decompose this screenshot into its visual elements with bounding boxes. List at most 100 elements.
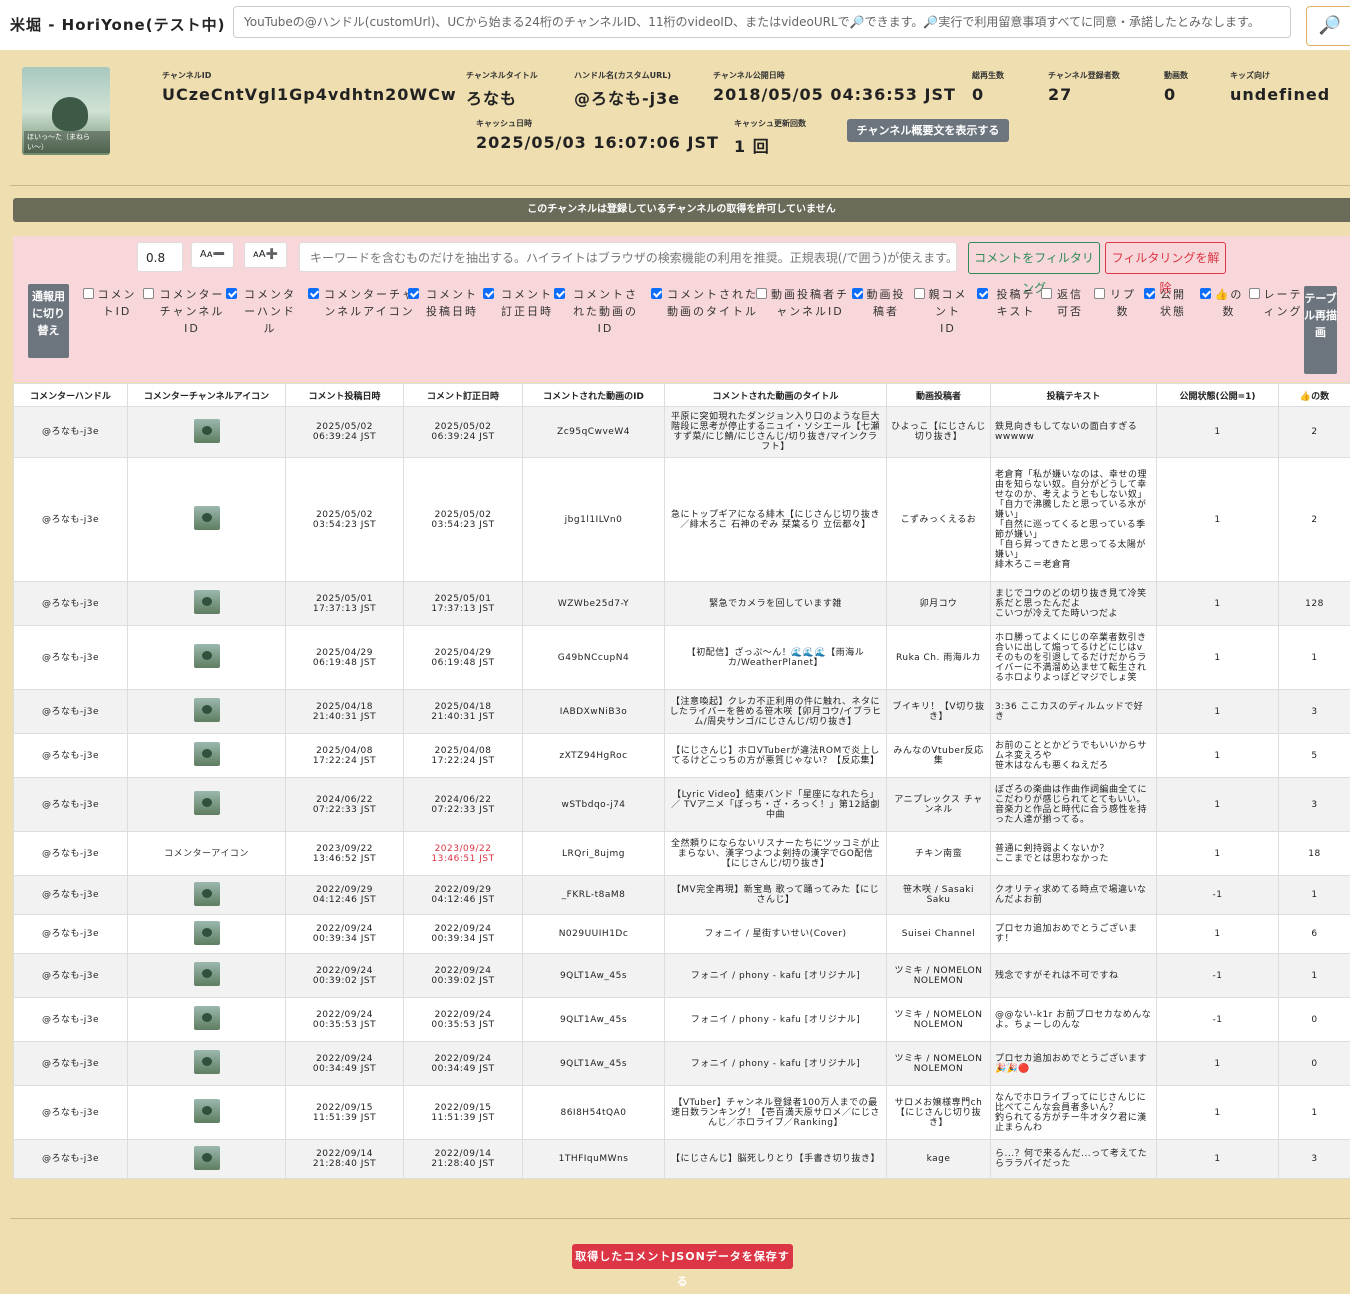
cell-text: 3:36 ここカスのディルムッドで好き <box>991 690 1157 734</box>
column-header[interactable]: コメント訂正日時 <box>404 384 523 407</box>
table-row: @ろなも-j3eコメンターアイコン2023/09/22 13:46:52 JST… <box>14 832 1350 876</box>
column-header[interactable]: 動画投稿者 <box>887 384 991 407</box>
column-checkbox[interactable] <box>408 288 419 299</box>
cell-likes: 2 <box>1279 458 1350 582</box>
search-button[interactable]: 🔎 <box>1306 6 1350 46</box>
column-checkbox[interactable] <box>1041 288 1052 299</box>
channel-videos-value: 0 <box>1164 85 1188 104</box>
report-mode-button[interactable]: 通報用に切り替え <box>28 284 69 358</box>
column-checkbox[interactable] <box>308 288 319 299</box>
channel-title-value: ろなも <box>466 85 538 109</box>
cell-text: 1 <box>1311 890 1317 900</box>
column-header[interactable]: コメントされた動画のタイトル <box>665 384 887 407</box>
column-header[interactable]: コメント投稿日時 <box>286 384 404 407</box>
cell-text: Ruka Ch. 雨海ルカ <box>896 653 981 663</box>
apply-filter-button[interactable]: コメントをフィルタリング <box>968 242 1100 274</box>
cell-text: @ろなも-j3e <box>42 653 99 663</box>
meta-label: キャッシュ日時 <box>476 118 719 129</box>
cell-text: IABDXwNiB3o <box>560 707 628 717</box>
cache-count-value: 1 回 <box>734 133 806 157</box>
column-checkbox[interactable] <box>756 288 767 299</box>
meta-label: 総再生数 <box>972 70 1004 81</box>
column-checkbox[interactable] <box>1200 288 1211 299</box>
cell-text: @ろなも-j3e <box>42 971 99 981</box>
cell-posted: 2022/09/14 21:28:40 JST <box>286 1140 404 1179</box>
cell-text: 1 <box>1214 427 1220 437</box>
column-checkbox[interactable] <box>554 288 565 299</box>
cell-likes: 3 <box>1279 1140 1350 1179</box>
column-toggle-label: 投稿テキスト <box>991 286 1041 320</box>
column-header[interactable]: コメンターチャンネルアイコン <box>128 384 286 407</box>
commenter-avatar-icon <box>194 1006 220 1030</box>
cell-text: 急にトップギアになる緋木【にじさんじ切り抜き／緋木ろこ 石神のぞみ 栞葉るり 立… <box>671 510 880 530</box>
keyword-filter-input[interactable]: キーワードを含むものだけを抽出する。ハイライトはブラウザの検索機能の利用を推奨。… <box>299 242 957 272</box>
cell-text: 1 <box>1214 599 1220 609</box>
column-checkbox[interactable] <box>977 288 988 299</box>
commenter-avatar-icon <box>194 1099 220 1123</box>
column-checkbox[interactable] <box>143 288 154 299</box>
column-checkbox[interactable] <box>83 288 94 299</box>
font-increase-button[interactable]: ᴀA➕ <box>244 242 287 268</box>
cell-posted: 2025/04/29 06:19:48 JST <box>286 626 404 690</box>
cell-vid: LRQri_8ujmg <box>523 832 665 876</box>
cell-vtitle: 【初配信】ざっぷ～ん！🌊🌊🌊【雨海ルカ/WeatherPlanet】 <box>665 626 887 690</box>
column-checkbox[interactable] <box>1094 288 1105 299</box>
cell-text: フォニイ / phony - kafu [オリジナル] <box>691 1015 861 1025</box>
column-header[interactable]: 公開状態(公開=1) <box>1157 384 1279 407</box>
cell-status: -1 <box>1157 998 1279 1042</box>
clear-filter-button[interactable]: フィルタリングを解除 <box>1105 242 1226 274</box>
table-row: @ろなも-j3e2022/09/15 11:51:39 JST2022/09/1… <box>14 1086 1350 1140</box>
cell-edited: 2022/09/24 00:34:49 JST <box>404 1042 523 1086</box>
cell-posted: 2023/09/22 13:46:52 JST <box>286 832 404 876</box>
cell-text: @ろなも-j3e <box>42 1108 99 1118</box>
save-json-button[interactable]: 取得したコメントJSONデータを保存する <box>572 1244 793 1269</box>
redraw-table-button[interactable]: テーブル再描画 <box>1304 286 1337 374</box>
show-description-button[interactable]: チャンネル概要文を表示する <box>847 119 1009 142</box>
commenter-icon-cell: コメンターアイコン <box>128 832 286 876</box>
column-checkbox[interactable] <box>226 288 237 299</box>
table-row: @ろなも-j3e2024/06/22 07:22:33 JST2024/06/2… <box>14 778 1350 832</box>
meta-label: チャンネルタイトル <box>466 70 538 81</box>
column-checkbox[interactable] <box>1144 288 1155 299</box>
cell-text: 鉄見向きもしてないの面白すぎるwwwww <box>991 407 1157 458</box>
cell-edited: 2025/05/02 06:39:24 JST <box>404 407 523 458</box>
cell-text: WZWbe25d7-Y <box>558 599 629 609</box>
column-header[interactable]: コメントされた動画のID <box>523 384 665 407</box>
cell-likes: 0 <box>1279 998 1350 1042</box>
column-checkbox[interactable] <box>1249 288 1260 299</box>
cell-vtitle: 緊急でカメラを回しています雑 <box>665 582 887 626</box>
meta-label: チャンネルID <box>162 70 457 81</box>
cell-text: Zc95qCwveW4 <box>557 427 630 437</box>
search-input[interactable]: YouTubeの@ハンドル(customUrl)、UCから始まる24桁のチャンネ… <box>233 6 1291 38</box>
column-header[interactable]: 投稿テキスト <box>991 384 1157 407</box>
cell-author: ツミキ / NOMELON NOLEMON <box>887 1042 991 1086</box>
meta-channel-title: チャンネルタイトル ろなも <box>466 70 538 109</box>
column-header[interactable]: コメンターハンドル <box>14 384 128 407</box>
column-header[interactable]: 👍の数 <box>1279 384 1350 407</box>
column-checkbox[interactable] <box>651 288 662 299</box>
cell-text: 2022/09/29 04:12:46 JST <box>431 885 494 905</box>
font-size-input[interactable]: 0.8 <box>137 242 183 272</box>
table-body: @ろなも-j3e2025/05/02 06:39:24 JST2025/05/0… <box>14 407 1350 1179</box>
column-checkbox[interactable] <box>914 288 925 299</box>
meta-channel-id: チャンネルID UCzeCntVgl1Gp4vdhtn20WCw <box>162 70 457 104</box>
font-decrease-button[interactable]: Aᴀ➖ <box>191 242 234 268</box>
cell-likes: 0 <box>1279 1042 1350 1086</box>
table-row: @ろなも-j3e2022/09/24 00:39:34 JST2022/09/2… <box>14 915 1350 954</box>
cell-status: 1 <box>1157 582 1279 626</box>
cell-text: @ろなも-j3e <box>42 929 99 939</box>
site-title[interactable]: 米堀 - HoriYone(テスト中) <box>10 14 225 35</box>
commenter-avatar-icon <box>194 962 220 986</box>
comments-table: コメンターハンドルコメンターチャンネルアイコンコメント投稿日時コメント訂正日時コ… <box>13 383 1350 1179</box>
cell-text: まじでコウのどの切り抜き見て冷笑系だと思ったんだよ こいつが冷えてた時いつだよ <box>991 582 1157 626</box>
cell-text: ぼざろの楽曲は作曲作詞編曲全てにこだわりが感じられてとてもいい。音楽力と作品と時… <box>995 785 1147 825</box>
channel-subscribers-value: 27 <box>1048 85 1120 104</box>
column-checkbox[interactable] <box>852 288 863 299</box>
cell-text: 9QLT1Aw_45s <box>560 1059 627 1069</box>
cell-edited: 2023/09/22 13:46:51 JST <box>404 832 523 876</box>
cell-text: フォニイ / 星街すいせい(Cover) <box>704 929 846 939</box>
cell-edited: 2025/04/18 21:40:31 JST <box>404 690 523 734</box>
cell-edited: 2022/09/14 21:28:40 JST <box>404 1140 523 1179</box>
divider <box>10 185 1350 186</box>
column-checkbox[interactable] <box>483 288 494 299</box>
